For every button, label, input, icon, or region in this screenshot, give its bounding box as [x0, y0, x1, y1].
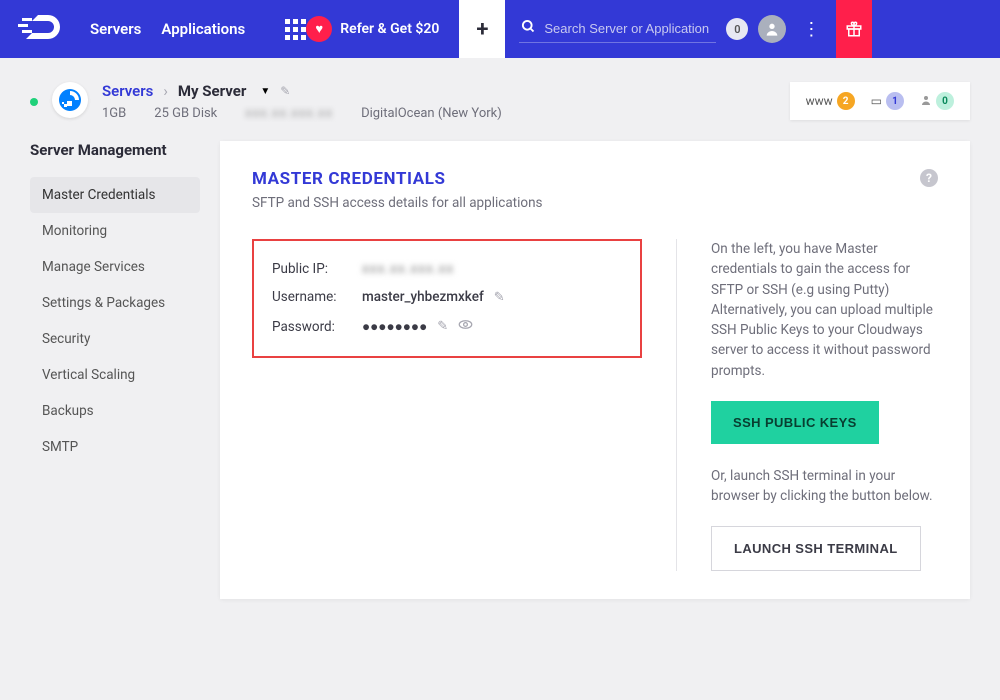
- status-card: www2 ▭1 0: [790, 82, 970, 120]
- add-button[interactable]: +: [459, 0, 505, 58]
- meta-ip: xxx.xx.xxx.xx: [245, 106, 333, 121]
- username-value: master_yhbezmxkef: [362, 289, 484, 305]
- status-dot-icon: [30, 98, 38, 106]
- show-password-icon[interactable]: [458, 317, 473, 336]
- more-menu-icon[interactable]: ⋮: [796, 19, 826, 40]
- edit-password-icon[interactable]: ✎: [437, 319, 448, 334]
- sidenav-item-vertical-scaling[interactable]: Vertical Scaling: [30, 357, 200, 393]
- password-label: Password:: [272, 319, 362, 335]
- ssh-keys-button[interactable]: SSH PUBLIC KEYS: [711, 401, 879, 444]
- ip-value: xxx.xx.xxx.xx: [362, 261, 454, 277]
- edit-name-icon[interactable]: ✎: [280, 84, 290, 98]
- logo[interactable]: [18, 13, 72, 45]
- refer-link[interactable]: ♥ Refer & Get $20: [306, 16, 439, 42]
- heart-icon: ♥: [306, 16, 332, 42]
- username-label: Username:: [272, 289, 362, 305]
- search-icon: [521, 19, 536, 38]
- side-nav-title: Server Management: [30, 141, 200, 159]
- nav-servers[interactable]: Servers: [90, 20, 141, 38]
- caret-down-icon[interactable]: ▼: [260, 86, 270, 97]
- sidenav-item-manage-services[interactable]: Manage Services: [30, 249, 200, 285]
- top-bar: Servers Applications ♥ Refer & Get $20 +…: [0, 0, 1000, 58]
- meta-disk: 25 GB Disk: [154, 106, 217, 121]
- credentials-box: Public IP: xxx.xx.xxx.xx Username: maste…: [252, 239, 642, 358]
- nav-applications[interactable]: Applications: [161, 20, 245, 38]
- info-text-1: On the left, you have Master credentials…: [711, 239, 938, 381]
- search-panel: 0 ⋮: [505, 0, 1000, 58]
- page-title: MASTER CREDENTIALS: [252, 169, 543, 189]
- main-panel: MASTER CREDENTIALS SFTP and SSH access d…: [220, 141, 970, 599]
- info-text-2: Or, launch SSH terminal in your browser …: [711, 466, 938, 507]
- sidenav-item-backups[interactable]: Backups: [30, 393, 200, 429]
- refer-label: Refer & Get $20: [340, 21, 439, 37]
- sidenav-item-settings-packages[interactable]: Settings & Packages: [30, 285, 200, 321]
- breadcrumb-servers[interactable]: Servers: [102, 82, 153, 100]
- user-avatar[interactable]: [758, 15, 786, 43]
- stat-users[interactable]: 0: [920, 92, 954, 110]
- breadcrumb-current[interactable]: My Server: [178, 82, 246, 100]
- gift-icon[interactable]: [836, 0, 872, 58]
- page-subtitle: SFTP and SSH access details for all appl…: [252, 195, 543, 211]
- search-count: 0: [726, 18, 748, 40]
- apps-grid-icon[interactable]: [285, 19, 306, 40]
- help-icon[interactable]: ?: [920, 169, 938, 187]
- top-nav: Servers Applications: [90, 20, 245, 38]
- launch-ssh-button[interactable]: LAUNCH SSH TERMINAL: [711, 526, 921, 571]
- chevron-right-icon: ›: [163, 82, 168, 100]
- sidenav-item-smtp[interactable]: SMTP: [30, 429, 200, 465]
- side-nav: Server Management Master CredentialsMoni…: [30, 141, 200, 599]
- window-icon: ▭: [871, 94, 882, 108]
- user-icon: [920, 94, 932, 109]
- provider-logo: [52, 82, 88, 118]
- meta-ram: 1GB: [102, 106, 126, 121]
- sidenav-item-security[interactable]: Security: [30, 321, 200, 357]
- stat-www[interactable]: www2: [806, 92, 855, 110]
- breadcrumb-row: Servers › My Server ▼ ✎ 1GB 25 GB Disk x…: [0, 58, 1000, 141]
- meta-provider: DigitalOcean (New York): [361, 106, 502, 121]
- ip-label: Public IP:: [272, 261, 362, 277]
- search-input[interactable]: [544, 21, 714, 36]
- stat-apps[interactable]: ▭1: [871, 92, 904, 110]
- password-value: ●●●●●●●●: [362, 319, 427, 335]
- divider: [676, 239, 677, 571]
- edit-username-icon[interactable]: ✎: [494, 290, 505, 305]
- sidenav-item-monitoring[interactable]: Monitoring: [30, 213, 200, 249]
- sidenav-item-master-credentials[interactable]: Master Credentials: [30, 177, 200, 213]
